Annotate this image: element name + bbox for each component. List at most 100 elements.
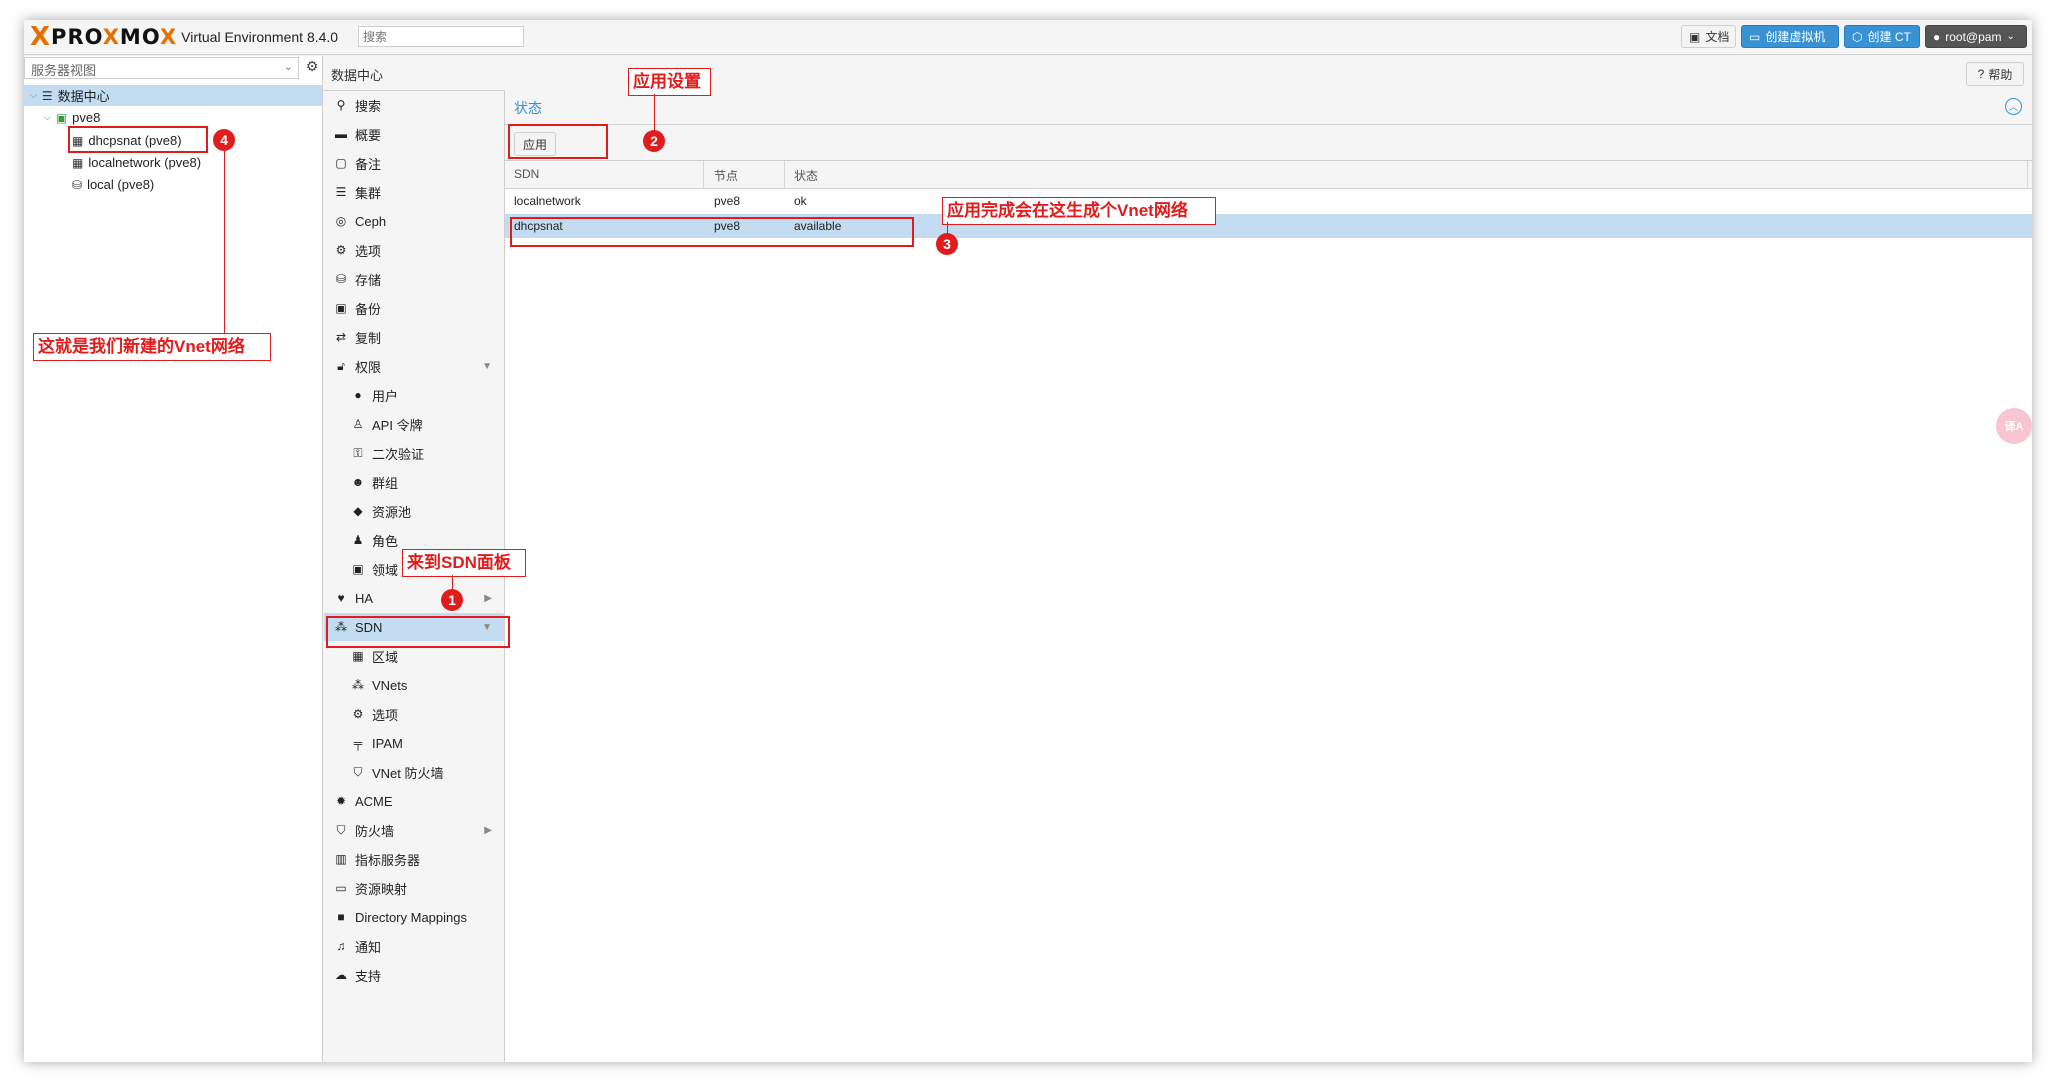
nav-item-ipam[interactable]: ╤ IPAM: [324, 729, 504, 757]
docs-button[interactable]: ▣ 文档: [1681, 25, 1736, 48]
nav-item-cluster[interactable]: ☰ 集群: [324, 178, 504, 206]
chevron-down-icon: ⌄: [2006, 31, 2015, 42]
chevron-down-icon: ⌵: [44, 112, 51, 122]
sdn-icon: ⁂: [335, 620, 347, 634]
note-icon: ▢: [335, 156, 347, 170]
translate-float-button[interactable]: 译A: [1996, 408, 2032, 444]
nav-item-summary[interactable]: ▬ 概要: [324, 120, 504, 148]
gear-icon: ⚙: [352, 707, 364, 721]
tree-node-pve8[interactable]: ⌵ ▣ pve8: [44, 107, 100, 128]
view-select[interactable]: 服务器视图 ⌄: [24, 57, 299, 79]
bell-icon: ♫: [336, 939, 346, 953]
node-online-icon: ▣: [55, 110, 68, 125]
tags-icon: ◆: [353, 504, 363, 518]
top-bar: X PROXMOX Virtual Environment 8.4.0 ▣文档 …: [24, 20, 2032, 55]
column-header-sdn[interactable]: SDN: [514, 167, 539, 181]
floppy-icon: ▣: [335, 301, 347, 315]
nav-item-permissions[interactable]: 🔓︎ 权限 ▼: [324, 352, 504, 380]
breadcrumb: 数据中心 ? 帮助: [324, 56, 2032, 91]
sdn-status-panel: 状态 ︿ 应用 SDN 节点 状态 localnetwork pve8 ok d…: [505, 90, 2032, 1062]
nav-item-notifications[interactable]: ♫ 通知: [324, 932, 504, 960]
resource-tree-panel: 服务器视图 ⌄ ⚙ ⌵ ☰ 数据中心 ⌵ ▣ pve8 ▦ dhcpsnat (…: [24, 56, 323, 1062]
server-icon: ☰: [335, 185, 347, 199]
grid-icon: ▦: [72, 155, 84, 170]
chevron-down-icon: ▼: [482, 360, 492, 372]
nav-item-ceph[interactable]: ◎ Ceph: [324, 207, 504, 235]
chevron-down-icon: ⌵: [30, 90, 37, 100]
tree-node-local-storage[interactable]: ⛁ local (pve8): [72, 174, 154, 195]
shield-icon: ⛉: [353, 764, 363, 779]
nav-item-backup[interactable]: ▣ 备份: [324, 294, 504, 322]
proxmox-logo[interactable]: X PROXMOX Virtual Environment 8.4.0: [30, 22, 339, 52]
nav-item-vnet-firewall[interactable]: ⛉ VNet 防火墙: [324, 758, 504, 786]
nav-item-sdn-options[interactable]: ⚙ 选项: [324, 700, 504, 728]
panel-title: 状态: [514, 100, 542, 116]
nav-item-replication[interactable]: ⇄ 复制: [324, 323, 504, 351]
logo-x-mark: X: [30, 22, 51, 52]
key-icon: ⚿: [353, 445, 363, 460]
male-icon: ♟: [352, 533, 364, 547]
nav-item-storage[interactable]: ⛁ 存储: [324, 265, 504, 293]
certificate-icon: ✹: [335, 794, 347, 808]
shield-icon: ⛉: [336, 822, 346, 837]
database-icon: ⛁: [335, 272, 347, 286]
version-label: Virtual Environment 8.4.0: [181, 29, 339, 45]
nav-item-search[interactable]: ⚲ 搜索: [324, 91, 504, 119]
bar-chart-icon: ▥: [335, 852, 347, 866]
nav-item-groups[interactable]: ☻ 群组: [324, 468, 504, 496]
create-ct-button[interactable]: ⬡ 创建 CT: [1844, 25, 1920, 48]
heartbeat-icon: ♥: [337, 591, 345, 605]
nav-item-notes[interactable]: ▢ 备注: [324, 149, 504, 177]
table-row[interactable]: dhcpsnat pve8 available: [505, 214, 2032, 238]
address-book-icon: ▣: [352, 562, 364, 576]
comments-icon: ☁: [335, 968, 347, 982]
connector-line: [654, 94, 655, 130]
create-vm-button[interactable]: ▭ 创建虚拟机: [1741, 25, 1839, 48]
gear-icon[interactable]: ⚙: [303, 58, 321, 78]
nav-item-two-factor[interactable]: ⚿ 二次验证: [324, 439, 504, 467]
server-stack-icon: ☰: [41, 88, 53, 103]
book-icon: ▬: [335, 127, 347, 141]
search-input[interactable]: [358, 26, 524, 47]
tree-node-localnetwork[interactable]: ▦ localnetwork (pve8): [72, 152, 201, 173]
folder-icon: ■: [337, 910, 345, 924]
nav-item-api-tokens[interactable]: ♙ API 令牌: [324, 410, 504, 438]
gear-icon: ⚙: [335, 243, 347, 257]
nav-item-ha[interactable]: ♥ HA ▶: [324, 584, 504, 612]
storage-icon: ⛁: [72, 177, 83, 192]
connector-line: [452, 575, 453, 589]
nav-item-sdn[interactable]: ⁂ SDN ▼: [324, 613, 504, 641]
nav-item-directory-mappings[interactable]: ■ Directory Mappings: [324, 903, 504, 931]
step-badge-2: 2: [643, 130, 665, 152]
user-icon: ●: [1933, 29, 1941, 44]
tree-node-datacenter[interactable]: ⌵ ☰ 数据中心: [24, 85, 322, 106]
column-header-status[interactable]: 状态: [794, 167, 818, 184]
help-button[interactable]: ? 帮助: [1966, 62, 2024, 86]
nav-item-vnets[interactable]: ⁂ VNets: [324, 671, 504, 699]
nav-item-users[interactable]: ● 用户: [324, 381, 504, 409]
column-header-node[interactable]: 节点: [714, 167, 738, 184]
ceph-icon: ◎: [335, 214, 347, 228]
tree-node-dhcpsnat[interactable]: ▦ dhcpsnat (pve8): [72, 130, 182, 151]
nav-item-support[interactable]: ☁ 支持: [324, 961, 504, 989]
nav-item-firewall[interactable]: ⛉ 防火墙 ▶: [324, 816, 504, 844]
callout-vnet-generated: 应用完成会在这生成个Vnet网络: [942, 197, 1216, 225]
nav-item-acme[interactable]: ✹ ACME: [324, 787, 504, 815]
user-menu-button[interactable]: ● root@pam ⌄: [1925, 25, 2027, 48]
retweet-icon: ⇄: [335, 330, 347, 344]
nav-item-options[interactable]: ⚙ 选项: [324, 236, 504, 264]
question-icon: ?: [1977, 67, 1985, 81]
step-badge-1: 1: [441, 589, 463, 611]
nav-item-metric-server[interactable]: ▥ 指标服务器: [324, 845, 504, 873]
table-row[interactable]: localnetwork pve8 ok: [505, 189, 2032, 213]
collapse-icon[interactable]: ︿: [2005, 98, 2022, 115]
callout-new-vnet: 这就是我们新建的Vnet网络: [33, 333, 271, 361]
apply-button[interactable]: 应用: [514, 132, 556, 156]
nav-item-pools[interactable]: ◆ 资源池: [324, 497, 504, 525]
nav-item-zones[interactable]: ▦ 区域: [324, 642, 504, 670]
nav-item-resource-mappings[interactable]: ▭ 资源映射: [324, 874, 504, 902]
users-icon: ☻: [351, 475, 365, 489]
step-badge-3: 3: [936, 233, 958, 255]
callout-apply-settings: 应用设置: [628, 68, 711, 96]
chevron-right-icon: ▶: [484, 824, 492, 836]
